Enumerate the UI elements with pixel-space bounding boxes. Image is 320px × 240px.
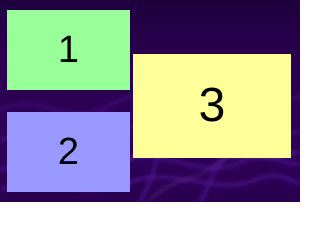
tile-2-label: 2 [57, 131, 80, 173]
tile-2: 2 [7, 112, 130, 192]
tile-3-label: 3 [198, 79, 226, 132]
tile-3: 3 [133, 54, 291, 158]
tile-1-label: 1 [57, 29, 80, 71]
tile-1: 1 [7, 10, 130, 90]
